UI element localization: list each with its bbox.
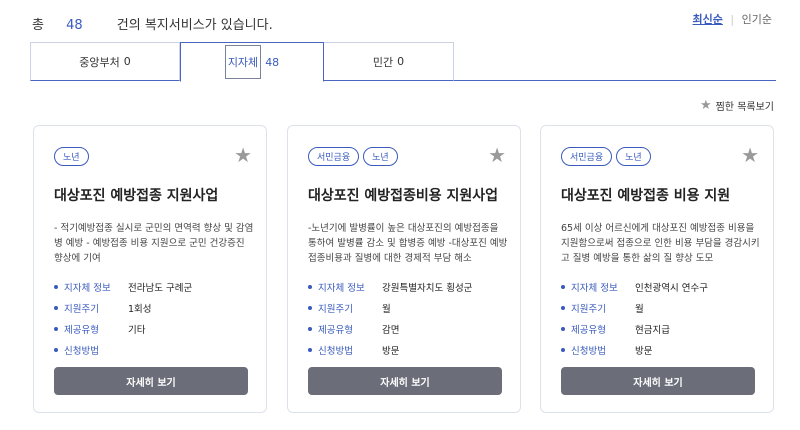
favorites-link[interactable]: ★ 찜한 목록보기 xyxy=(700,98,774,113)
info-row: 신청방법 방문 xyxy=(561,339,708,360)
sort-popular[interactable]: 인기순 xyxy=(742,13,772,26)
bullet xyxy=(308,326,312,331)
info-row: 지원주기 1회성 xyxy=(54,297,192,318)
bullet xyxy=(308,305,312,310)
tag-badge: 노년 xyxy=(616,147,651,166)
detail-button[interactable]: 자세히 보기 xyxy=(308,367,502,395)
tag-badge: 노년 xyxy=(54,147,89,166)
bullet xyxy=(308,347,312,352)
info-label: 신청방법 xyxy=(571,345,606,357)
sort-divider: | xyxy=(730,13,735,26)
info-row: 지원주기 월 xyxy=(308,297,472,318)
category-tabs: 중앙부처 0 지자체 48 민간 0 xyxy=(30,42,776,82)
info-row: 제공유형 감면 xyxy=(308,318,472,339)
info-value: 방문 xyxy=(635,345,653,357)
sort-options: 최신순 | 인기순 xyxy=(693,11,772,27)
info-label: 지자체 정보 xyxy=(318,282,365,294)
card-info-list: 지자체 정보 전라남도 구례군 지원주기 1회성 제공유형 기타 신청방법 xyxy=(54,276,192,360)
info-label: 제공유형 xyxy=(318,324,353,336)
star-icon: ★ xyxy=(699,98,712,113)
info-value: 월 xyxy=(635,303,644,315)
card-tags: 노년 xyxy=(54,147,89,166)
info-value: 방문 xyxy=(382,345,400,357)
bullet xyxy=(308,284,312,289)
info-row: 신청방법 방문 xyxy=(308,339,472,360)
info-label: 지원주기 xyxy=(318,303,353,315)
card-description: -노년기에 발병률이 높은 대상포진의 예방접종을 통하여 발병률 감소 및 합… xyxy=(308,223,508,264)
card-description: 65세 이상 어르신에게 대상포진 예방접종 비용을 지원함으로써 접종으로 인… xyxy=(561,223,760,264)
tab-label: 지자체 xyxy=(224,45,262,79)
info-value: 현금지급 xyxy=(635,324,670,336)
sort-latest[interactable]: 최신순 xyxy=(693,13,723,26)
service-card: 서민금융 노년 ★ 대상포진 예방접종 비용 지원 65세 이상 어르신에게 대… xyxy=(540,125,774,413)
detail-button[interactable]: 자세히 보기 xyxy=(561,367,755,395)
summary-suffix: 건의 복지서비스가 있습니다. xyxy=(116,18,273,33)
tab-private[interactable]: 민간 0 xyxy=(324,42,454,81)
info-value: 기타 xyxy=(128,324,146,336)
result-summary: 총 48 건의 복지서비스가 있습니다. xyxy=(32,14,273,33)
tab-central[interactable]: 중앙부처 0 xyxy=(30,42,180,81)
bullet xyxy=(54,347,58,352)
card-title[interactable]: 대상포진 예방접종 비용 지원 xyxy=(561,185,730,205)
info-value: 전라남도 구례군 xyxy=(128,282,193,294)
star-icon[interactable]: ★ xyxy=(234,143,252,167)
favorites-link-label: 찜한 목록보기 xyxy=(715,102,774,113)
bullet xyxy=(54,305,58,310)
tab-count: 0 xyxy=(397,55,405,68)
info-row: 지자체 정보 강원특별자치도 횡성군 xyxy=(308,276,472,297)
card-info-list: 지자체 정보 인천광역시 연수구 지원주기 월 제공유형 현금지급 신청방법 방문 xyxy=(561,276,708,360)
card-info-list: 지자체 정보 강원특별자치도 횡성군 지원주기 월 제공유형 감면 신청방법 방문 xyxy=(308,276,472,360)
info-label: 지자체 정보 xyxy=(64,282,111,294)
bullet xyxy=(561,305,565,310)
info-value: 강원특별자치도 횡성군 xyxy=(382,282,473,294)
tag-badge: 노년 xyxy=(363,147,398,166)
service-card: 서민금융 노년 ★ 대상포진 예방접종비용 지원사업 -노년기에 발병률이 높은… xyxy=(287,125,521,413)
info-value: 월 xyxy=(382,303,391,315)
info-label: 신청방법 xyxy=(64,345,99,357)
info-value: 인천광역시 연수구 xyxy=(635,282,708,294)
info-row: 지자체 정보 인천광역시 연수구 xyxy=(561,276,708,297)
info-value: 감면 xyxy=(382,324,400,336)
info-label: 지원주기 xyxy=(64,303,99,315)
bullet xyxy=(54,284,58,289)
tag-badge: 서민금융 xyxy=(561,147,613,166)
info-label: 제공유형 xyxy=(571,324,606,336)
info-label: 지원주기 xyxy=(571,303,606,315)
star-icon[interactable]: ★ xyxy=(488,143,506,167)
detail-button[interactable]: 자세히 보기 xyxy=(54,367,248,395)
info-row: 지원주기 월 xyxy=(561,297,708,318)
card-description: - 적기예방접종 실시로 군민의 면역력 향상 및 감염병 예방 - 예방접종 … xyxy=(54,223,254,264)
tab-label: 민간 xyxy=(372,55,394,69)
tab-label: 중앙부처 xyxy=(79,55,120,69)
tab-count: 0 xyxy=(123,55,131,68)
bullet xyxy=(561,284,565,289)
tag-badge: 서민금융 xyxy=(308,147,360,166)
bullet xyxy=(561,347,565,352)
tab-count: 48 xyxy=(265,55,280,69)
result-count: 48 xyxy=(66,18,83,33)
tab-local[interactable]: 지자체 48 xyxy=(180,42,324,82)
star-icon[interactable]: ★ xyxy=(741,143,759,167)
info-row: 지자체 정보 전라남도 구례군 xyxy=(54,276,192,297)
card-title[interactable]: 대상포진 예방접종 지원사업 xyxy=(54,185,218,205)
card-tags: 서민금융 노년 xyxy=(561,147,651,166)
info-row: 신청방법 xyxy=(54,339,192,360)
summary-prefix: 총 xyxy=(32,18,44,33)
card-tags: 서민금융 노년 xyxy=(308,147,398,166)
info-row: 제공유형 기타 xyxy=(54,318,192,339)
info-label: 신청방법 xyxy=(318,345,353,357)
info-value: 1회성 xyxy=(128,303,152,315)
card-title[interactable]: 대상포진 예방접종비용 지원사업 xyxy=(308,185,498,205)
bullet xyxy=(54,326,58,331)
bullet xyxy=(561,326,565,331)
service-card: 노년 ★ 대상포진 예방접종 지원사업 - 적기예방접종 실시로 군민의 면역력… xyxy=(33,125,267,413)
info-row: 제공유형 현금지급 xyxy=(561,318,708,339)
info-label: 지자체 정보 xyxy=(571,282,618,294)
info-label: 제공유형 xyxy=(64,324,99,336)
